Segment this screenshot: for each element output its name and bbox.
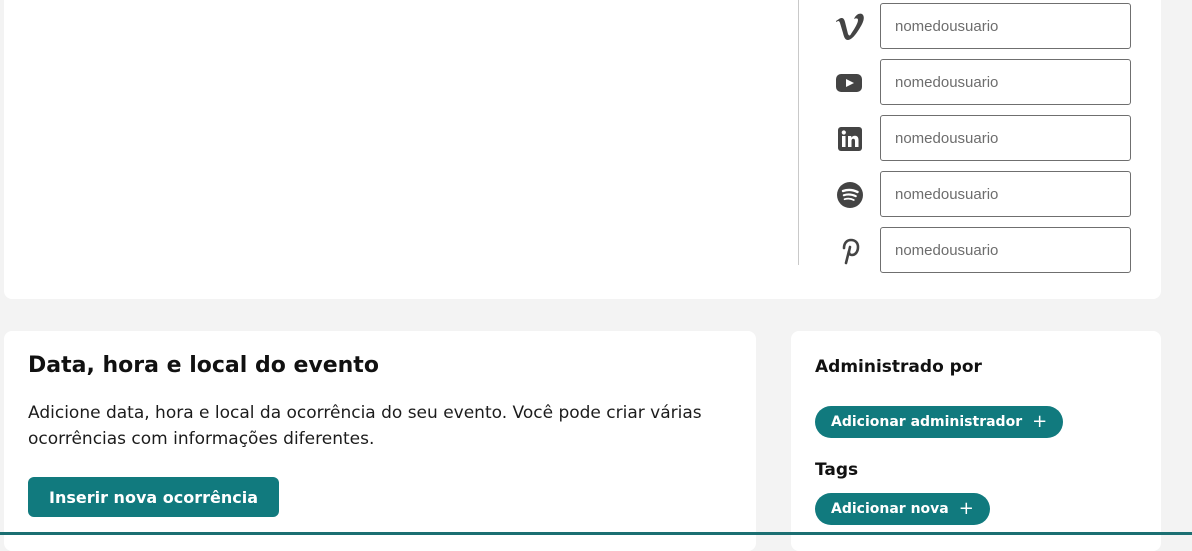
event-date-card: Data, hora e local do evento Adicione da… <box>4 331 756 551</box>
admin-heading: Administrado por <box>815 357 982 377</box>
spotify-username-input[interactable] <box>880 171 1131 217</box>
youtube-username-input[interactable] <box>880 59 1131 105</box>
youtube-icon <box>830 59 870 107</box>
add-tag-button[interactable]: Adicionar nova + <box>815 493 990 525</box>
admin-tags-card: Administrado por Adicionar administrador… <box>791 331 1161 551</box>
event-section-description: Adicione data, hora e local da ocorrênci… <box>28 403 702 449</box>
social-row-spotify <box>830 171 1140 219</box>
social-row-pinterest <box>830 227 1140 275</box>
social-row-vimeo <box>830 3 1140 51</box>
social-row-youtube <box>830 59 1140 107</box>
add-occurrence-button[interactable]: Inserir nova ocorrência <box>28 477 279 517</box>
tags-heading: Tags <box>815 460 859 480</box>
add-admin-label: Adicionar administrador <box>831 414 1023 430</box>
spotify-icon <box>830 171 870 219</box>
plus-icon: + <box>958 498 974 519</box>
plus-icon: + <box>1032 411 1048 432</box>
vimeo-icon <box>830 3 870 51</box>
linkedin-icon <box>830 115 870 163</box>
vertical-divider <box>798 0 799 265</box>
add-tag-label: Adicionar nova <box>831 501 949 517</box>
social-row-linkedin <box>830 115 1140 163</box>
linkedin-username-input[interactable] <box>880 115 1131 161</box>
vimeo-username-input[interactable] <box>880 3 1131 49</box>
pinterest-icon <box>830 227 870 275</box>
event-section-title: Data, hora e local do evento <box>28 353 379 378</box>
add-admin-button[interactable]: Adicionar administrador + <box>815 406 1064 438</box>
pinterest-username-input[interactable] <box>880 227 1131 273</box>
